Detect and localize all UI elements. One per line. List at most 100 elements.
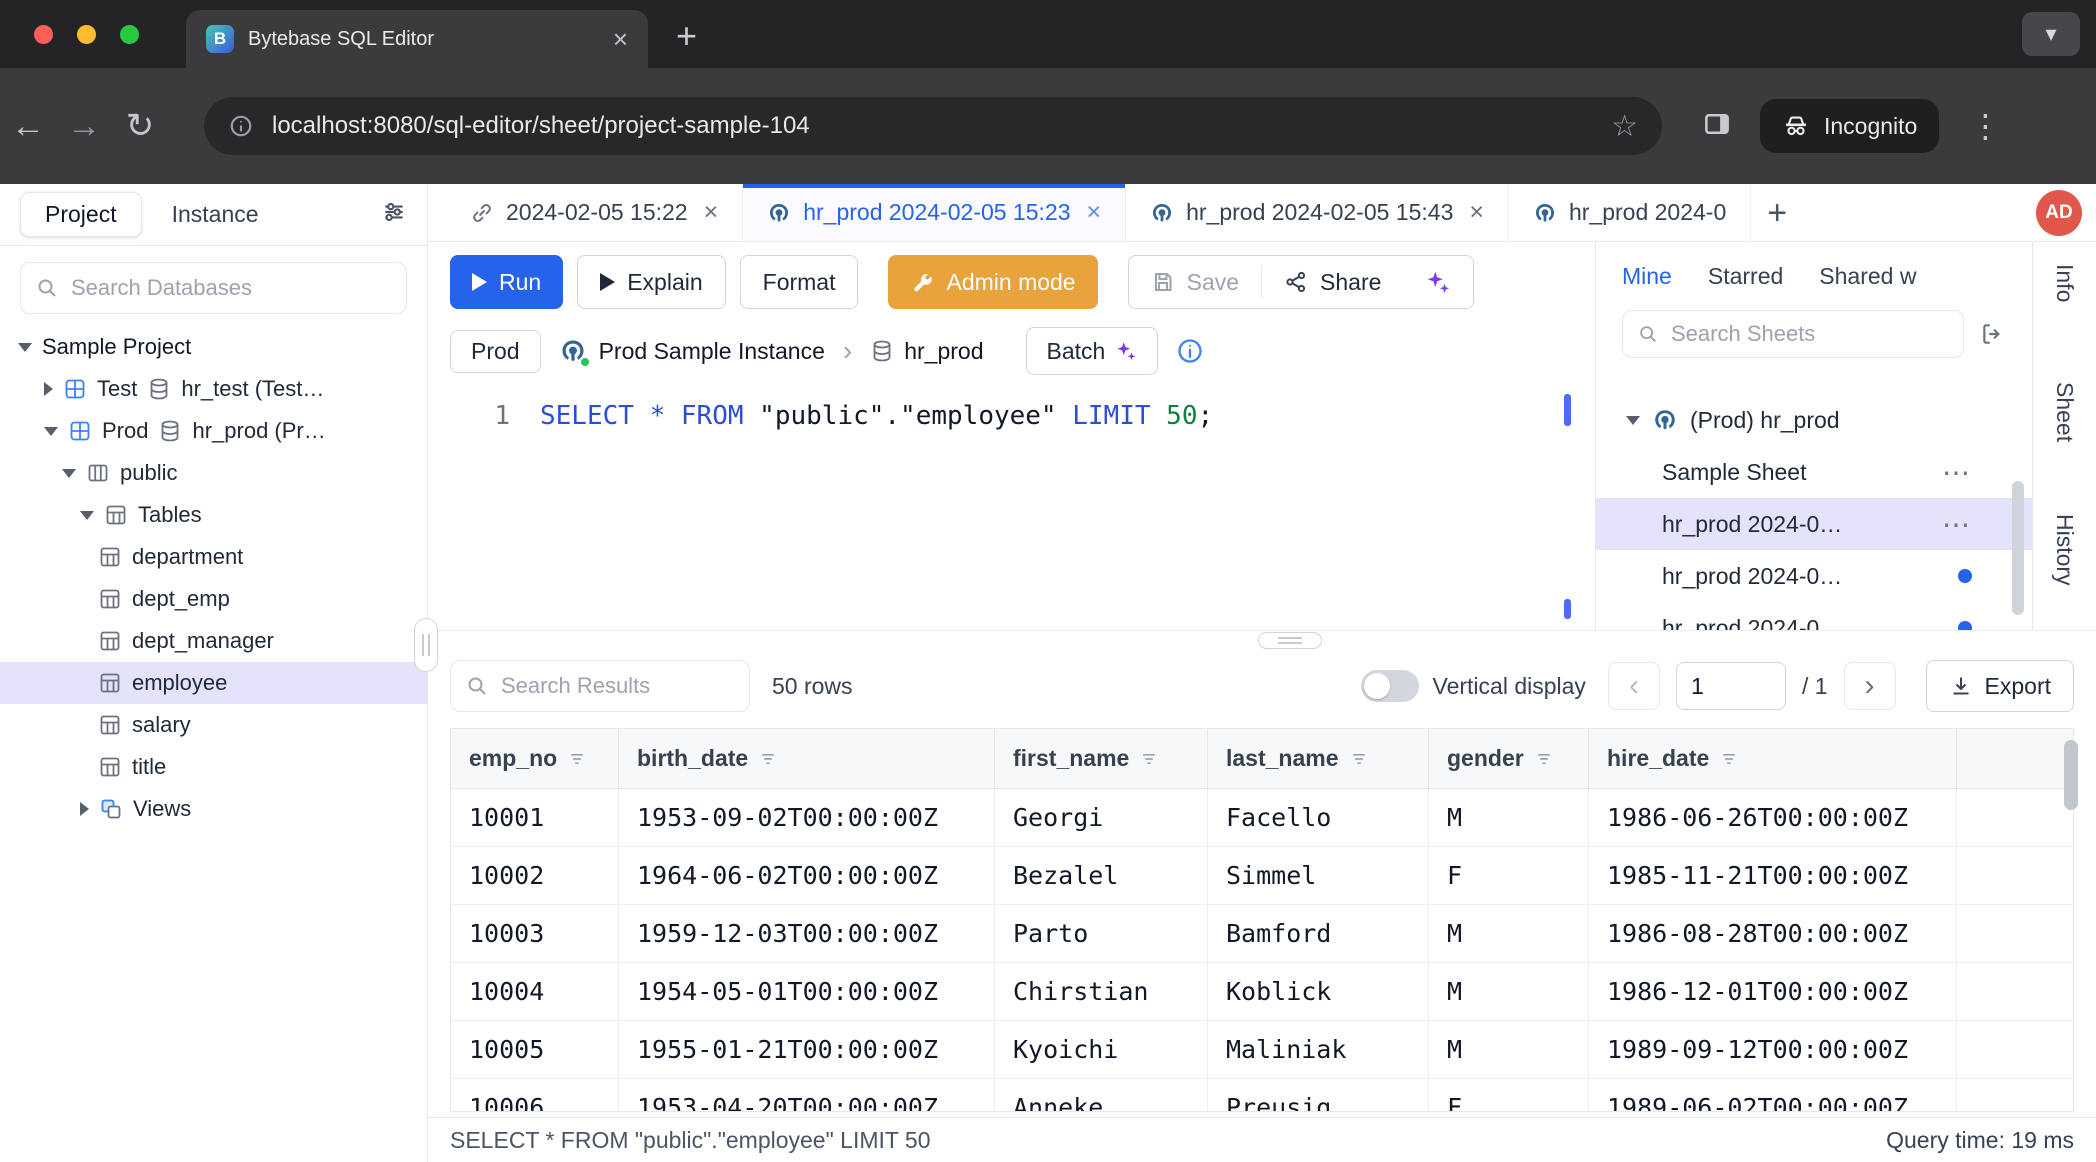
tree-table-dept-manager[interactable]: dept_manager: [0, 620, 427, 662]
export-button[interactable]: Export: [1926, 660, 2074, 712]
tree-table-dept-emp[interactable]: dept_emp: [0, 578, 427, 620]
caret-right-icon[interactable]: [44, 382, 53, 396]
open-sheet-icon[interactable]: [1980, 321, 2006, 347]
tree-table-title[interactable]: title: [0, 746, 427, 788]
sort-icon[interactable]: [1534, 749, 1554, 769]
new-editor-tab-button[interactable]: +: [1767, 196, 1787, 230]
sheet-scrollbar-thumb[interactable]: [2012, 481, 2024, 615]
sql-editor[interactable]: 1 SELECT * FROM "public"."employee" LIMI…: [428, 396, 1595, 436]
bookmark-star-icon[interactable]: ☆: [1611, 109, 1638, 144]
sort-icon[interactable]: [758, 749, 778, 769]
environment-chip[interactable]: Prod: [450, 330, 541, 373]
editor-scrollbar-thumb[interactable]: [1564, 394, 1571, 426]
forward-button[interactable]: →: [56, 107, 112, 146]
page-input[interactable]: [1676, 662, 1786, 710]
close-icon[interactable]: ×: [1086, 200, 1101, 225]
side-panel-icon[interactable]: [1702, 109, 1732, 139]
sheet-item[interactable]: hr_prod 2024-0…: [1596, 550, 2032, 602]
more-menu-icon[interactable]: ⋯: [1942, 456, 1972, 489]
tree-schema-public[interactable]: public: [0, 452, 427, 494]
minimize-window-button[interactable]: [77, 25, 96, 44]
splitter-handle[interactable]: [1258, 632, 1322, 649]
explain-button[interactable]: Explain: [577, 255, 725, 309]
sheet-group-row[interactable]: (Prod) hr_prod: [1596, 394, 2032, 446]
share-button[interactable]: Share: [1262, 256, 1403, 308]
batch-button[interactable]: Batch: [1026, 327, 1159, 375]
sheet-item-sample[interactable]: Sample Sheet ⋯: [1596, 446, 2032, 498]
tree-project-sample[interactable]: Sample Project: [0, 326, 427, 368]
database-search-input[interactable]: [71, 275, 392, 301]
tab-project[interactable]: Project: [20, 192, 142, 237]
sheet-search[interactable]: [1622, 310, 1964, 358]
database-selector[interactable]: hr_prod: [870, 338, 983, 365]
reload-button[interactable]: ↻: [112, 106, 168, 146]
new-tab-button[interactable]: +: [676, 18, 697, 54]
tab-search-button[interactable]: ▾: [2022, 12, 2080, 56]
caret-down-icon[interactable]: [44, 427, 58, 436]
prev-page-button[interactable]: ‹: [1608, 662, 1660, 710]
tab-shared[interactable]: Shared w: [1819, 263, 1916, 290]
column-header-gender[interactable]: gender: [1429, 729, 1589, 789]
tab-instance[interactable]: Instance: [172, 201, 259, 228]
browser-tab[interactable]: B Bytebase SQL Editor ×: [186, 10, 648, 68]
save-button[interactable]: Save: [1129, 256, 1261, 308]
format-button[interactable]: Format: [740, 255, 859, 309]
database-search[interactable]: [20, 262, 407, 314]
caret-down-icon[interactable]: [18, 343, 32, 352]
info-icon[interactable]: [1176, 337, 1204, 365]
column-header-first-name[interactable]: first_name: [995, 729, 1208, 789]
sheet-item-selected[interactable]: hr_prod 2024-0… ⋯: [1596, 498, 2032, 550]
rail-tab-history[interactable]: History: [2051, 514, 2078, 586]
column-header-emp-no[interactable]: emp_no: [451, 729, 619, 789]
sheet-search-input[interactable]: [1671, 321, 1949, 347]
column-header-birth-date[interactable]: birth_date: [619, 729, 995, 789]
sort-icon[interactable]: [1719, 749, 1739, 769]
caret-down-icon[interactable]: [80, 511, 94, 520]
column-header-hire-date[interactable]: hire_date: [1589, 729, 1957, 789]
more-menu-icon[interactable]: ⋯: [1942, 508, 1972, 541]
tree-table-employee-selected[interactable]: employee: [0, 662, 427, 704]
sheet-item[interactable]: hr_prod 2024-0…: [1596, 602, 2032, 630]
close-icon[interactable]: ×: [1469, 200, 1484, 225]
sort-icon[interactable]: [1349, 749, 1369, 769]
results-search[interactable]: [450, 660, 750, 712]
filter-settings-icon[interactable]: [381, 199, 407, 225]
tab-starred[interactable]: Starred: [1708, 263, 1783, 290]
sort-icon[interactable]: [1139, 749, 1159, 769]
ai-assistant-button[interactable]: [1403, 256, 1473, 308]
tab-mine[interactable]: Mine: [1622, 263, 1672, 290]
tree-table-salary[interactable]: salary: [0, 704, 427, 746]
horizontal-splitter[interactable]: [428, 630, 2096, 650]
results-scrollbar-thumb[interactable]: [2064, 740, 2078, 810]
editor-tab-4[interactable]: hr_prod 2024-0: [1509, 184, 1751, 241]
caret-right-icon[interactable]: [80, 802, 89, 816]
address-bar[interactable]: localhost:8080/sql-editor/sheet/project-…: [204, 97, 1662, 155]
close-tab-icon[interactable]: ×: [613, 26, 628, 52]
zoom-window-button[interactable]: [120, 25, 139, 44]
caret-down-icon[interactable]: [1626, 416, 1640, 425]
back-button[interactable]: ←: [0, 107, 56, 146]
sort-icon[interactable]: [567, 749, 587, 769]
close-icon[interactable]: ×: [704, 200, 719, 225]
run-button[interactable]: Run: [450, 255, 563, 309]
editor-tab-3[interactable]: hr_prod 2024-02-05 15:43 ×: [1126, 184, 1509, 241]
sidebar-resize-handle[interactable]: [414, 618, 438, 672]
editor-tab-2-active[interactable]: hr_prod 2024-02-05 15:23 ×: [743, 184, 1126, 241]
caret-down-icon[interactable]: [62, 469, 76, 478]
tree-env-prod[interactable]: Prod hr_prod (Pr…: [0, 410, 427, 452]
results-search-input[interactable]: [501, 673, 735, 699]
browser-menu-icon[interactable]: ⋮: [1969, 107, 2001, 145]
tree-table-department[interactable]: department: [0, 536, 427, 578]
admin-mode-button[interactable]: Admin mode: [888, 255, 1097, 309]
site-info-icon[interactable]: [228, 113, 254, 139]
column-header-last-name[interactable]: last_name: [1208, 729, 1429, 789]
rail-tab-info[interactable]: Info: [2051, 264, 2078, 302]
vertical-display-toggle[interactable]: [1361, 670, 1419, 702]
tree-views-group[interactable]: Views: [0, 788, 427, 830]
close-window-button[interactable]: [34, 25, 53, 44]
rail-tab-sheet[interactable]: Sheet: [2051, 382, 2078, 442]
user-avatar[interactable]: AD: [2036, 190, 2082, 236]
tree-tables-group[interactable]: Tables: [0, 494, 427, 536]
instance-selector[interactable]: Prod Sample Instance: [559, 337, 825, 365]
next-page-button[interactable]: ›: [1844, 662, 1896, 710]
